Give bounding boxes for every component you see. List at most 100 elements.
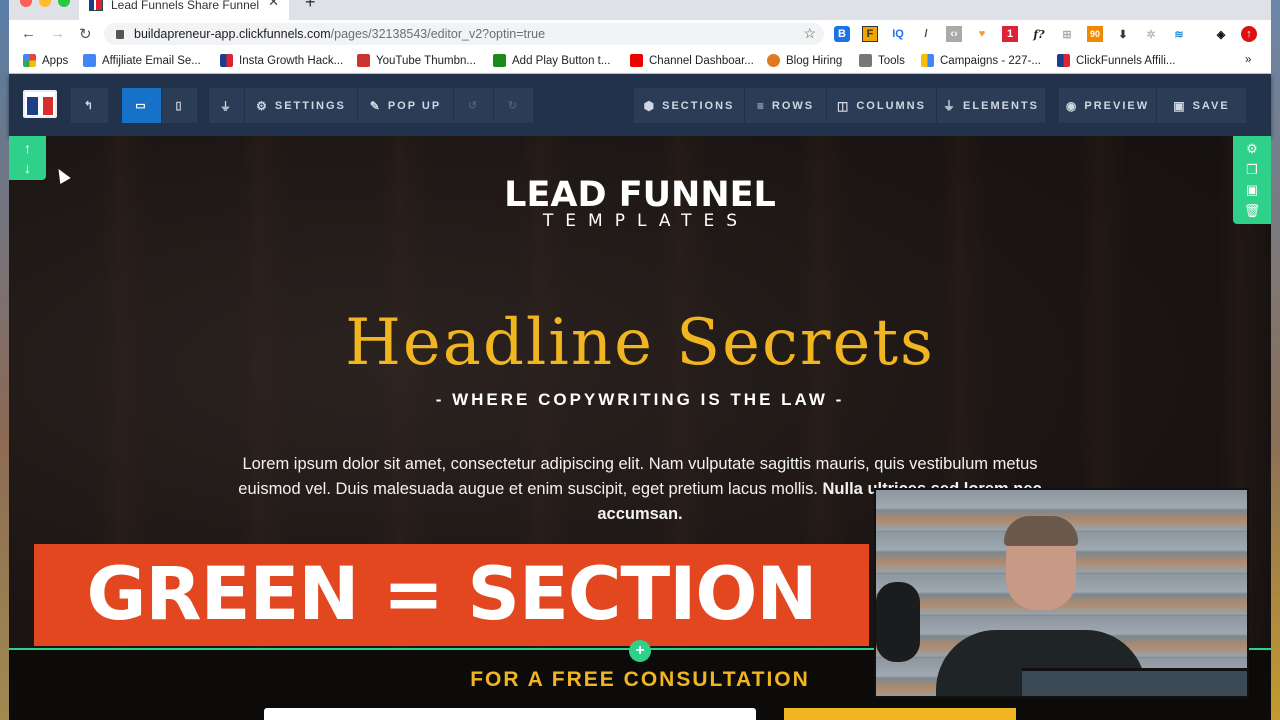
bookmark-item[interactable]: Blog Hiring	[767, 54, 842, 67]
desktop-background-left	[0, 0, 9, 720]
download-icon[interactable]: ⬇	[1115, 26, 1131, 42]
loader-icon[interactable]: ✲	[1143, 26, 1159, 42]
lock-icon	[116, 29, 124, 39]
gear-icon[interactable]: ⚙	[1246, 141, 1258, 157]
logo-title: LEAD FUNNEL	[504, 175, 776, 215]
bookmark-item[interactable]: Tools	[859, 54, 905, 67]
minimize-window-button[interactable]	[39, 0, 51, 7]
mobile-icon: ▯	[175, 100, 184, 112]
mobile-view-button[interactable]: ▯	[162, 88, 198, 123]
elements-label: ELEMENTS	[963, 99, 1039, 112]
bookmark-item[interactable]: YouTube Thumbn...	[357, 54, 476, 67]
popup-label: POP UP	[387, 99, 442, 112]
tag-icon[interactable]: 90	[1087, 26, 1103, 42]
clickfunnels-favicon-icon	[89, 0, 103, 11]
desktop-icon: ▭	[135, 100, 148, 112]
tab-title: Lead Funnels Share Funnel	[111, 0, 260, 12]
preview-button[interactable]: ◉ PREVIEW	[1059, 88, 1157, 123]
section-move-handle[interactable]: ↑ ↓	[9, 136, 46, 180]
back-icon[interactable]: ←	[21, 25, 36, 42]
copy-icon[interactable]: ❐	[1246, 162, 1258, 178]
heart-icon[interactable]: ♥	[974, 26, 990, 42]
extension-badge-red-icon[interactable]: 1	[1002, 26, 1018, 42]
floppy-disk-icon: ▣	[1173, 98, 1185, 113]
gears-icon: ⚙	[256, 98, 267, 113]
redo-button[interactable]: ↻	[494, 88, 534, 123]
bookmark-label: Tools	[878, 54, 905, 67]
bookmark-item[interactable]: Campaigns - 227-...	[921, 54, 1041, 67]
presenter-hair	[1004, 516, 1078, 546]
elements-button[interactable]: ⏚ ELEMENTS	[937, 88, 1046, 123]
desktop-view-button[interactable]: ▭	[122, 88, 162, 123]
bookmarks-more-button[interactable]: »	[1245, 54, 1251, 66]
integrations-button[interactable]: ⏚	[209, 88, 245, 123]
webcam-overlay	[874, 488, 1249, 698]
sections-label: SECTIONS	[662, 99, 735, 112]
bookmark-label: Blog Hiring	[786, 54, 843, 67]
play-button-icon	[493, 54, 506, 67]
undo-button[interactable]: ↺	[454, 88, 494, 123]
bookmark-label: ClickFunnels Affili...	[1076, 54, 1176, 67]
layers-icon[interactable]: ◈	[1213, 26, 1229, 42]
save-button[interactable]: ▣ SAVE	[1157, 88, 1247, 123]
back-button[interactable]: ↰	[71, 88, 109, 123]
sections-button[interactable]: ⬢ SECTIONS	[634, 88, 745, 123]
bookmark-label: Campaigns - 227-...	[940, 54, 1041, 67]
apps-grid-icon	[23, 54, 36, 67]
columns-label: COLUMNS	[856, 99, 926, 112]
new-tab-icon[interactable]: +	[305, 0, 316, 13]
submit-button[interactable]	[784, 708, 1016, 720]
bookmark-label: Insta Growth Hack...	[239, 54, 344, 67]
maximize-window-button[interactable]	[58, 0, 70, 7]
font-icon[interactable]: f?	[1031, 26, 1047, 42]
doc-icon	[83, 54, 96, 67]
bookmark-item[interactable]: ClickFunnels Affili...	[1057, 54, 1176, 67]
page-headline[interactable]: Headline Secrets	[9, 306, 1271, 380]
page-subheadline[interactable]: - WHERE COPYWRITING IS THE LAW -	[9, 390, 1271, 410]
rows-icon: ≡	[756, 98, 764, 113]
code-icon[interactable]: ‹›	[946, 26, 962, 42]
logo-subtitle: TEMPLATES	[542, 211, 750, 231]
rows-label: ROWS	[771, 99, 815, 112]
edit-external-icon: ✎	[369, 98, 380, 113]
arrow-down-icon[interactable]: ↓	[9, 158, 46, 178]
gf-icon[interactable]: F	[862, 26, 878, 42]
bookmark-star-icon[interactable]: ☆	[803, 25, 816, 42]
preview-label: PREVIEW	[1084, 99, 1150, 112]
rows-button[interactable]: ≡ ROWS	[745, 88, 827, 123]
badge-count: 1	[1006, 28, 1014, 40]
browser-tab[interactable]: Lead Funnels Share Funnel ✕	[79, 0, 289, 20]
columns-button[interactable]: ◫ COLUMNS	[827, 88, 937, 123]
add-section-button[interactable]: +	[629, 640, 651, 662]
bookmarks-bar: Apps Affijliate Email Se... Insta Growth…	[9, 48, 1271, 74]
undo-icon: ↺	[467, 100, 480, 112]
bookmark-item[interactable]: Insta Growth Hack...	[220, 54, 343, 67]
editor-toolbar: ↰ ▭ ▯ ⏚ ⚙ SETTINGS ✎ POP UP ↺ ↻ ⬢ SECTIONS …	[9, 74, 1271, 136]
upload-icon[interactable]: ↑	[1241, 26, 1257, 42]
arrow-up-icon[interactable]: ↑	[9, 138, 46, 158]
bitly-icon[interactable]: B	[834, 26, 850, 42]
popup-button[interactable]: ✎ POP UP	[358, 88, 454, 123]
close-tab-icon[interactable]: ✕	[268, 0, 279, 10]
bookmark-label: Affijliate Email Se...	[102, 54, 201, 67]
settings-button[interactable]: ⚙ SETTINGS	[245, 88, 358, 123]
reload-icon[interactable]: ↻	[79, 25, 92, 43]
close-window-button[interactable]	[20, 0, 32, 7]
bookmark-item[interactable]: Affijliate Email Se...	[83, 54, 201, 67]
url-host: buildapreneur-app.clickfunnels.com	[134, 27, 331, 41]
ruler-icon[interactable]: ⊞	[1059, 26, 1075, 42]
settings-label: SETTINGS	[274, 99, 346, 112]
undo-arrow-icon: ↰	[83, 100, 96, 112]
forward-icon[interactable]: →	[50, 25, 65, 42]
bookmark-item[interactable]: Add Play Button t...	[493, 54, 610, 67]
email-input[interactable]	[264, 708, 756, 720]
iq-icon[interactable]: IQ	[890, 26, 906, 42]
wave-icon[interactable]: ≋	[1171, 26, 1187, 42]
cube-icon: ⬢	[643, 98, 655, 113]
desktop-background-right	[1271, 0, 1280, 720]
bookmark-item[interactable]: Channel Dashboar...	[630, 54, 754, 67]
url-input[interactable]: buildapreneur-app.clickfunnels.com/pages…	[104, 23, 824, 45]
eyedropper-icon[interactable]: /	[918, 26, 934, 42]
clickfunnels-logo[interactable]	[23, 90, 57, 118]
bookmark-apps[interactable]: Apps	[23, 54, 68, 67]
